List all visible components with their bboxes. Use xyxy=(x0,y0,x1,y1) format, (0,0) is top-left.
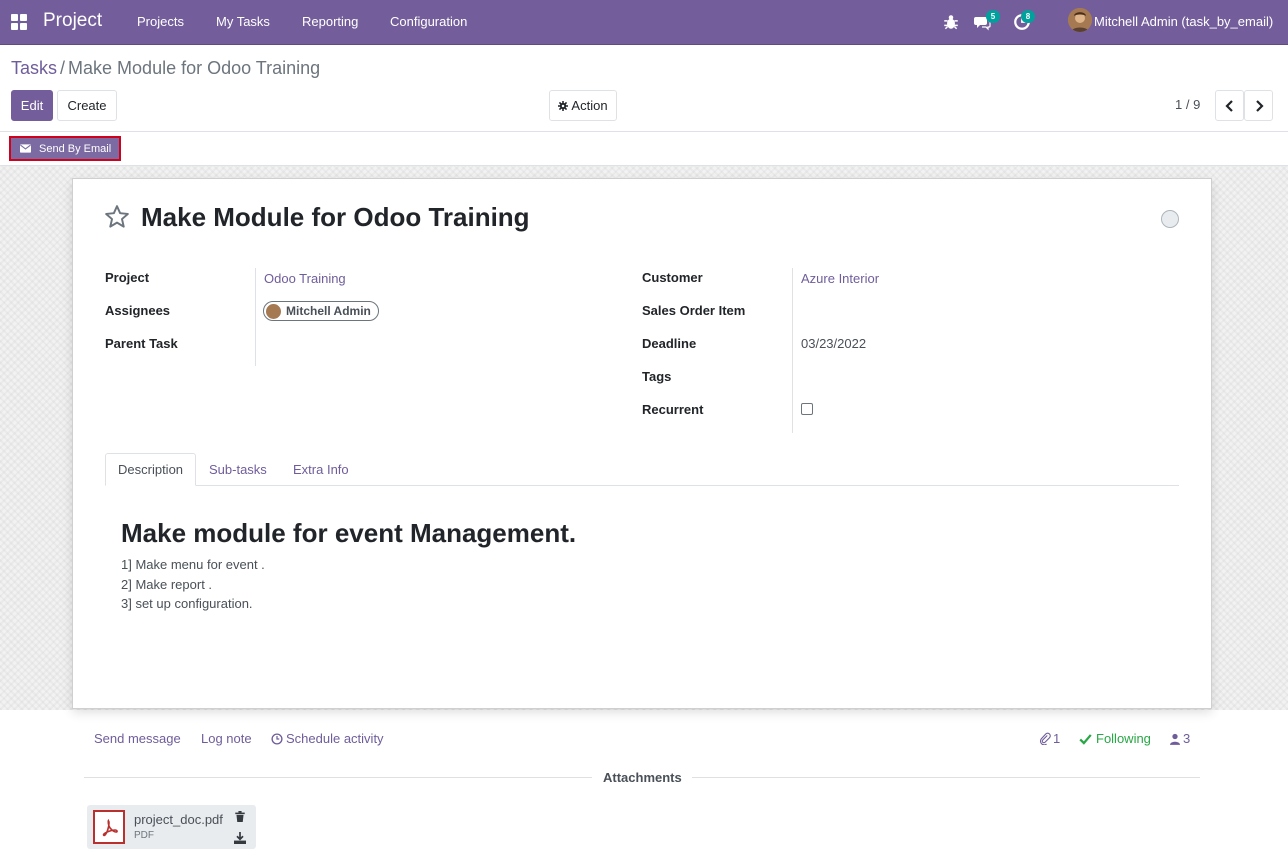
attachments-counter-button[interactable]: 1 xyxy=(1039,731,1060,746)
chevron-left-icon xyxy=(1224,99,1233,112)
menu-reporting[interactable]: Reporting xyxy=(302,14,358,29)
schedule-activity-label: Schedule activity xyxy=(286,731,384,746)
send-by-email-button[interactable]: Send By Email xyxy=(9,136,121,161)
kanban-state-indicator[interactable] xyxy=(1161,210,1179,228)
send-message-button[interactable]: Send message xyxy=(94,731,181,746)
paperclip-icon xyxy=(1039,732,1051,745)
attachments-title: Attachments xyxy=(603,770,682,785)
description-heading[interactable]: Make module for event Management. xyxy=(121,518,576,549)
label-assignees: Assignees xyxy=(105,303,171,318)
menu-configuration[interactable]: Configuration xyxy=(390,14,467,29)
check-icon xyxy=(1079,733,1092,745)
breadcrumb-separator: / xyxy=(60,58,66,78)
menu-my-tasks[interactable]: My Tasks xyxy=(216,14,270,29)
attachment-name: project_doc.pdf xyxy=(134,812,223,827)
create-button[interactable]: Create xyxy=(57,90,117,121)
task-title[interactable]: Make Module for Odoo Training xyxy=(141,202,530,233)
pdf-icon xyxy=(93,810,125,844)
action-button[interactable]: Action xyxy=(549,90,617,121)
user-icon xyxy=(1170,733,1180,745)
assignee-name: Mitchell Admin xyxy=(286,304,371,318)
attachment-card[interactable]: project_doc.pdf PDF xyxy=(87,805,256,849)
envelope-icon xyxy=(20,144,31,153)
pager-value[interactable]: 1 / 9 xyxy=(1175,97,1200,112)
assignee-tag[interactable]: Mitchell Admin xyxy=(263,301,379,321)
priority-star-icon[interactable] xyxy=(104,204,130,230)
label-customer: Customer xyxy=(642,270,703,285)
description-line[interactable]: 3] set up configuration. xyxy=(121,596,253,611)
assignee-avatar xyxy=(266,303,281,319)
label-project: Project xyxy=(105,270,150,285)
send-by-email-label: Send By Email xyxy=(39,142,112,155)
right-column-divider xyxy=(792,268,793,433)
followers-button[interactable]: 3 xyxy=(1170,731,1190,746)
app-brand[interactable]: Project xyxy=(43,10,102,32)
gear-icon xyxy=(558,100,569,111)
attachments-count: 1 xyxy=(1053,731,1061,746)
tab-description[interactable]: Description xyxy=(105,453,197,486)
apps-menu-icon[interactable] xyxy=(11,14,27,30)
edit-button[interactable]: Edit xyxy=(11,90,53,121)
messages-badge: 5 xyxy=(986,10,1000,23)
project-field[interactable]: Odoo Training xyxy=(264,271,346,286)
breadcrumb-current: Make Module for Odoo Training xyxy=(68,58,321,78)
activities-badge: 8 xyxy=(1021,10,1035,23)
schedule-activity-button[interactable]: Schedule activity xyxy=(271,731,384,746)
pager-previous-button[interactable] xyxy=(1215,90,1244,121)
label-recurrent: Recurrent xyxy=(642,402,704,417)
breadcrumb: Tasks / Make Module for Odoo Training xyxy=(11,58,320,79)
left-column-divider xyxy=(255,268,256,366)
recurrent-checkbox[interactable] xyxy=(801,403,813,415)
form-sheet xyxy=(72,178,1212,709)
top-navbar: Project Projects My Tasks Reporting Conf… xyxy=(0,0,1288,45)
attachments-divider-right xyxy=(692,777,1200,778)
label-sales-order-item: Sales Order Item xyxy=(642,303,746,318)
attachments-divider-left xyxy=(84,777,592,778)
menu-projects[interactable]: Projects xyxy=(137,14,184,29)
bug-icon[interactable] xyxy=(942,13,960,31)
label-parent-task: Parent Task xyxy=(105,336,178,351)
label-deadline: Deadline xyxy=(642,336,697,351)
breadcrumb-tasks[interactable]: Tasks xyxy=(11,58,57,78)
user-avatar[interactable] xyxy=(1068,8,1092,32)
log-note-button[interactable]: Log note xyxy=(201,731,252,746)
customer-field[interactable]: Azure Interior xyxy=(801,271,879,286)
action-label: Action xyxy=(571,98,608,113)
following-button[interactable]: Following xyxy=(1079,731,1151,746)
label-tags: Tags xyxy=(642,369,672,384)
form-statusbar xyxy=(0,131,1288,166)
trash-icon[interactable] xyxy=(235,811,245,822)
followers-count: 3 xyxy=(1183,731,1191,746)
chevron-right-icon xyxy=(1255,99,1264,112)
download-icon[interactable] xyxy=(234,832,246,844)
tab-extra-info[interactable]: Extra Info xyxy=(281,453,361,486)
description-line[interactable]: 1] Make menu for event . xyxy=(121,557,265,572)
user-menu-name[interactable]: Mitchell Admin (task_by_email) xyxy=(1094,14,1273,29)
clock-icon xyxy=(271,732,283,745)
deadline-field[interactable]: 03/23/2022 xyxy=(801,336,866,351)
attachment-type: PDF xyxy=(134,830,154,841)
pager-next-button[interactable] xyxy=(1244,90,1273,121)
tab-sub-tasks[interactable]: Sub-tasks xyxy=(197,453,279,486)
following-label: Following xyxy=(1096,731,1151,746)
description-line[interactable]: 2] Make report . xyxy=(121,577,212,592)
